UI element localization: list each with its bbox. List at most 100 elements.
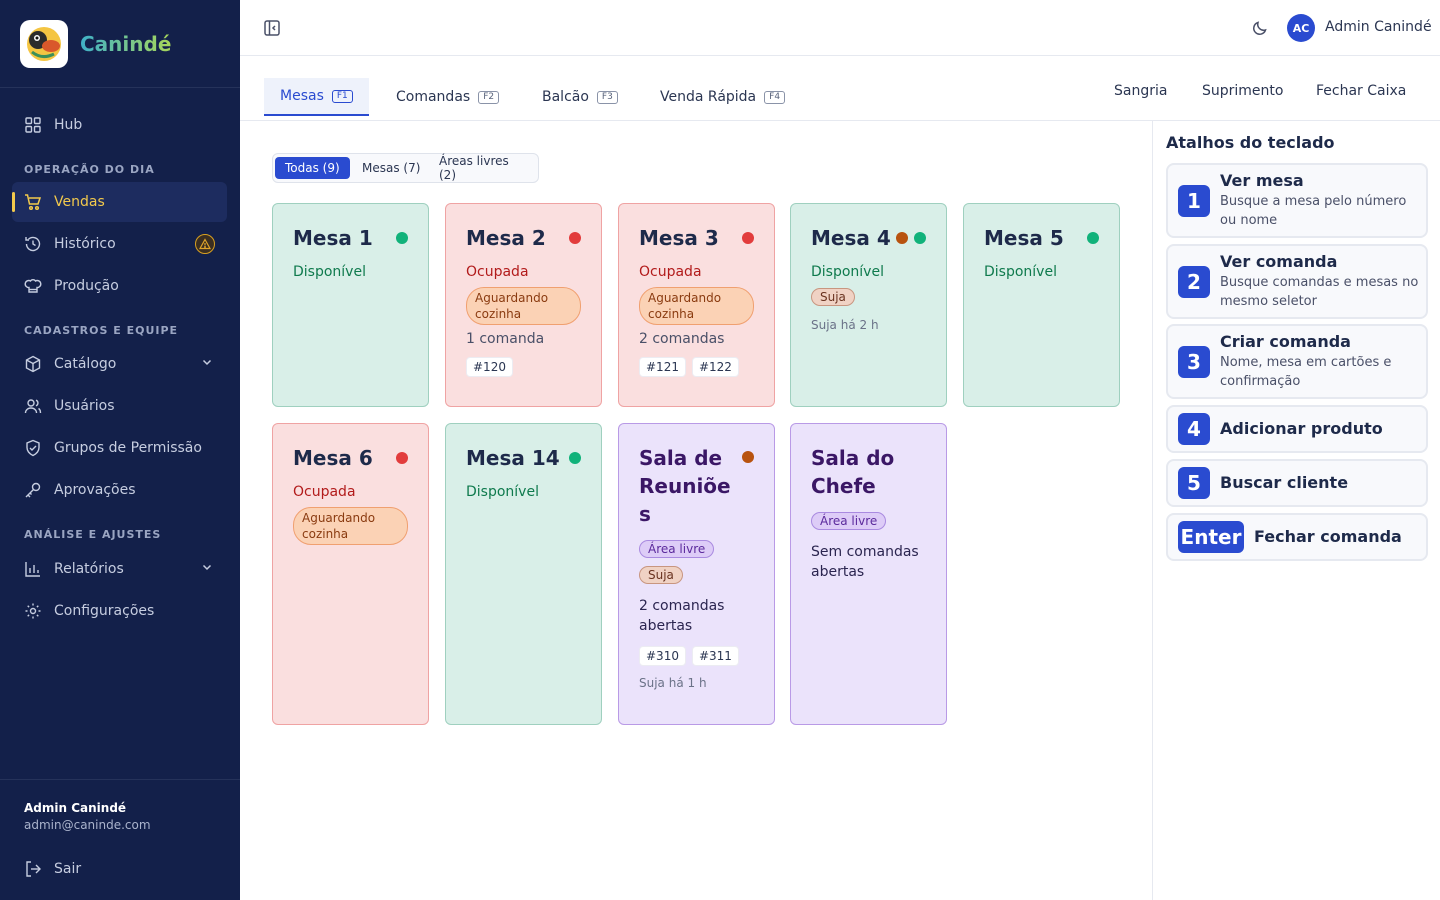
sidebar-item-label: Histórico <box>54 236 116 252</box>
open-orders-text: 2 comandas abertas <box>639 598 725 634</box>
chevron-down-icon <box>201 561 213 577</box>
status-dot <box>1087 232 1099 244</box>
shortcut-name: Ver mesa <box>1220 171 1304 190</box>
sidebar-item-aprovacoes[interactable]: Aprovações <box>12 470 227 510</box>
area-card-title: Sala de Reuniõe s <box>639 446 731 526</box>
shortcut-adicionar-produto[interactable]: 4 Adicionar produto <box>1166 405 1428 453</box>
status-dot <box>569 232 581 244</box>
table-card-mesa-3[interactable]: Mesa 3 Ocupada Aguardando cozinha 2 coma… <box>618 203 775 407</box>
table-card-mesa-14[interactable]: Mesa 14 Disponível <box>445 423 602 725</box>
topbar-user-name[interactable]: Admin Canindé <box>1325 19 1432 35</box>
brand-name: Canindé <box>80 31 172 56</box>
shortcut-key: 5 <box>1178 467 1210 499</box>
suprimento-button[interactable]: Suprimento <box>1202 83 1283 99</box>
shortcut-description: Busque a mesa pelo número ou nome <box>1220 194 1407 228</box>
order-chip[interactable]: #122 <box>691 357 739 377</box>
table-status: Disponível <box>293 264 366 280</box>
filter-mesas[interactable]: Mesas (7) <box>352 157 430 179</box>
sidebar-item-label: Catálogo <box>54 356 117 372</box>
sidebar-item-producao[interactable]: Produção <box>12 266 227 306</box>
tab-balcao[interactable]: Balcão F3 <box>526 78 634 116</box>
sidebar-item-grupos[interactable]: Grupos de Permissão <box>12 428 227 468</box>
sidebar-item-hub[interactable]: Hub <box>12 105 227 145</box>
table-status: Ocupada <box>466 264 529 280</box>
sidebar-footer: Admin Canindé admin@caninde.com Sair <box>0 779 240 900</box>
tab-mesas[interactable]: Mesas F1 <box>264 78 369 116</box>
status-dot <box>396 232 408 244</box>
topbar: AC Admin Canindé <box>240 0 1440 56</box>
sidebar-item-relatorios[interactable]: Relatórios <box>12 549 227 589</box>
table-card-mesa-6[interactable]: Mesa 6 Ocupada Aguardando cozinha <box>272 423 429 725</box>
logout-label: Sair <box>54 861 82 877</box>
section-label-day: OPERAÇÃO DO DIA <box>24 163 155 176</box>
dirty-dot <box>742 451 754 463</box>
shortcut-key: Enter <box>1178 521 1244 553</box>
order-chip[interactable]: #311 <box>691 646 739 666</box>
sangria-button[interactable]: Sangria <box>1114 83 1167 99</box>
table-status: Ocupada <box>293 484 356 500</box>
order-chip[interactable]: #120 <box>466 357 513 377</box>
tab-comandas[interactable]: Comandas F2 <box>380 78 515 116</box>
logout-button[interactable]: Sair <box>12 849 212 889</box>
kitchen-status-badge: Aguardando cozinha <box>293 507 408 545</box>
sidebar-item-label: Vendas <box>54 194 105 210</box>
dirty-time: Suja há 2 h <box>811 318 879 332</box>
kitchen-status-badge: Aguardando cozinha <box>639 287 754 325</box>
dirty-badge: Suja <box>639 566 683 584</box>
tab-venda-rapida[interactable]: Venda Rápida F4 <box>644 78 801 116</box>
shortcut-key: 3 <box>1178 346 1210 378</box>
shortcut-name: Ver comanda <box>1220 252 1338 271</box>
sidebar-item-historico[interactable]: Histórico <box>12 224 227 264</box>
kitchen-status-badge: Aguardando cozinha <box>466 287 581 325</box>
table-card-title: Mesa 4 <box>811 226 891 250</box>
shortcut-name: Fechar comanda <box>1254 527 1402 546</box>
sidebar-item-label: Usuários <box>54 398 115 414</box>
shortcut-description: Busque comandas e mesas no mesmo seletor <box>1220 275 1419 309</box>
sidebar-item-configuracoes[interactable]: Configurações <box>12 591 227 631</box>
users-icon <box>24 397 42 415</box>
filter-todas[interactable]: Todas (9) <box>275 157 350 179</box>
shortcut-buscar-cliente[interactable]: 5 Buscar cliente <box>1166 459 1428 507</box>
sidebar-item-vendas[interactable]: Vendas <box>12 182 227 222</box>
shortcut-name: Adicionar produto <box>1220 419 1383 438</box>
table-status: Disponível <box>984 264 1057 280</box>
order-chip[interactable]: #121 <box>639 357 686 377</box>
tab-label: Comandas <box>396 89 471 105</box>
area-card-sala-chefe[interactable]: Sala do Chefe Área livre Sem comandas ab… <box>790 423 947 725</box>
sidebar-item-catalogo[interactable]: Catálogo <box>12 344 227 384</box>
shortcut-fechar-comanda[interactable]: Enter Fechar comanda <box>1166 513 1428 561</box>
status-dot <box>569 452 581 464</box>
shortcut-key: 1 <box>1178 185 1210 217</box>
brand-logo <box>20 19 68 68</box>
table-card-mesa-1[interactable]: Mesa 1 Disponível <box>272 203 429 407</box>
free-area-badge: Área livre <box>639 540 715 558</box>
table-card-title: Mesa 14 <box>466 446 560 470</box>
area-card-title: Sala do Chefe <box>811 446 895 498</box>
history-icon <box>24 235 42 253</box>
table-card-mesa-5[interactable]: Mesa 5 Disponível <box>963 203 1120 407</box>
tab-label: Balcão <box>542 89 589 105</box>
table-card-mesa-4[interactable]: Mesa 4 Disponível Suja Suja há 2 h <box>790 203 947 407</box>
table-card-title: Mesa 5 <box>984 226 1064 250</box>
table-status: Disponível <box>466 484 539 500</box>
moon-icon[interactable] <box>1250 18 1270 38</box>
gear-icon <box>24 602 42 620</box>
key-icon <box>24 481 42 499</box>
brand[interactable]: Canindé <box>0 0 240 88</box>
shortcut-ver-comanda[interactable]: 2 Ver comanda Busque comandas e mesas no… <box>1166 244 1428 319</box>
order-chip[interactable]: #310 <box>639 646 686 666</box>
sidebar-item-usuarios[interactable]: Usuários <box>12 386 227 426</box>
shield-check-icon <box>24 439 42 457</box>
sidebar-toggle-icon[interactable] <box>262 18 282 38</box>
shortcut-criar-comanda[interactable]: 3 Criar comanda Nome, mesa em cartões e … <box>1166 324 1428 399</box>
filter-areas-livres[interactable]: Áreas livres (2) <box>429 154 538 182</box>
sidebar-item-label: Aprovações <box>54 482 136 498</box>
area-card-sala-reunioes[interactable]: Sala de Reuniõe s Área livre Suja 2 coma… <box>618 423 775 725</box>
fechar-caixa-button[interactable]: Fechar Caixa <box>1316 83 1406 99</box>
tab-label: Mesas <box>280 88 324 104</box>
table-card-mesa-2[interactable]: Mesa 2 Ocupada Aguardando cozinha 1 coma… <box>445 203 602 407</box>
avatar[interactable]: AC <box>1287 14 1315 42</box>
shortcut-ver-mesa[interactable]: 1 Ver mesa Busque a mesa pelo número ou … <box>1166 163 1428 238</box>
sidebar-item-label: Produção <box>54 278 119 294</box>
shortcuts-title: Atalhos do teclado <box>1166 133 1335 152</box>
